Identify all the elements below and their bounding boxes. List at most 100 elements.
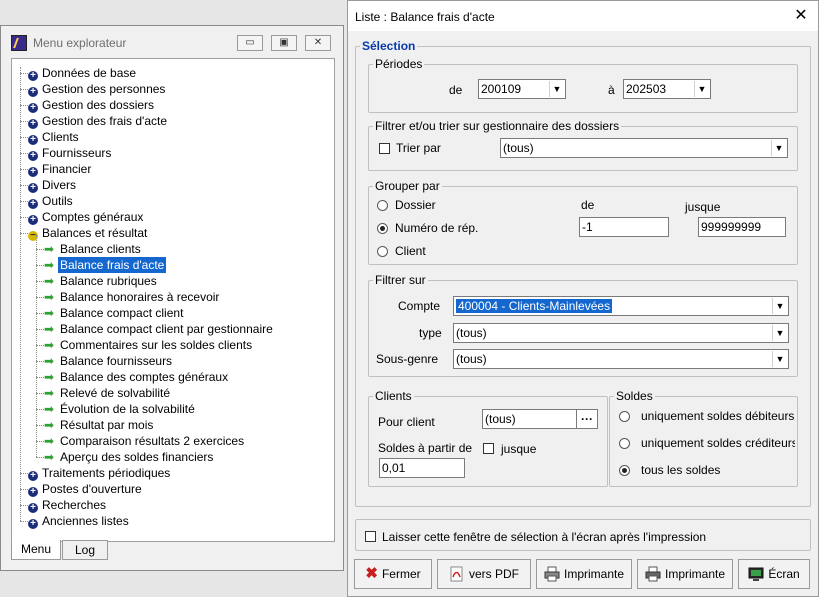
expand-plus-icon: + [28, 183, 38, 193]
imprimante-button-1[interactable]: Imprimante [536, 559, 632, 589]
tree-item[interactable]: ➡ Balance rubriques [44, 273, 159, 289]
grouper-jusque-input[interactable]: 999999999 [698, 217, 786, 237]
tree-item[interactable]: ➡ Balance compact client par gestionnaire [44, 321, 275, 337]
tree-item[interactable]: ➡ Résultat par mois [44, 417, 155, 433]
tree-connector [36, 377, 44, 378]
tree-item-label: Aperçu des soldes financiers [60, 450, 214, 464]
tab-menu[interactable]: Menu [11, 540, 61, 560]
expand-plus-icon: + [28, 167, 38, 177]
tree-item[interactable]: + Données de base [28, 65, 138, 81]
close-icon[interactable]: ✕ [791, 6, 811, 26]
tree-item[interactable]: + Outils [28, 193, 75, 209]
tree-item[interactable]: + Traitements périodiques [28, 465, 172, 481]
pdf-label: vers PDF [468, 567, 519, 581]
compte-select[interactable]: 400004 - Clients-Mainlevées ▼ [453, 296, 789, 316]
fermer-button[interactable]: ✖ Fermer [354, 559, 432, 589]
green-arrow-icon: ➡ [44, 258, 55, 272]
tree-connector [36, 297, 44, 298]
tree-connector [20, 73, 28, 74]
clients-legend: Clients [375, 389, 412, 403]
tree-item-label: Données de base [42, 66, 137, 80]
tree-item[interactable]: + Anciennes listes [28, 513, 131, 529]
gestionnaire-select[interactable]: (tous) ▼ [500, 138, 788, 158]
restore-button[interactable]: ▣ [271, 35, 297, 51]
tree-item-label: Balance honoraires à recevoir [60, 290, 220, 304]
imprimante-button-2[interactable]: Imprimante [637, 559, 733, 589]
tree-item-label: Balances et résultat [42, 226, 148, 240]
tree-item[interactable]: ➡ Balance fournisseurs [44, 353, 174, 369]
tree-item[interactable]: + Recherches [28, 497, 108, 513]
tree-item[interactable]: + Fournisseurs [28, 145, 113, 161]
tree-item[interactable]: − Balances et résultat [28, 225, 149, 241]
periode-a-value: 202503 [626, 82, 667, 96]
keep-open-label: Laisser cette fenêtre de sélection à l'é… [382, 530, 707, 544]
soldes-a-partir-input[interactable]: 0,01 [379, 458, 465, 478]
type-select[interactable]: (tous) ▼ [453, 323, 789, 343]
tree-item-label: Fournisseurs [42, 146, 112, 160]
tree-item-label: Balance frais d'acte [58, 257, 167, 273]
tree-connector [36, 329, 44, 330]
tree-item[interactable]: + Clients [28, 129, 81, 145]
tree-item-label: Évolution de la solvabilité [60, 402, 195, 416]
pour-client-label: Pour client [378, 415, 435, 429]
close-button[interactable]: ✕ [305, 35, 331, 51]
dialog-titlebar: Liste : Balance frais d'acte ✕ [348, 1, 818, 31]
grouper-de-input[interactable]: -1 [579, 217, 669, 237]
tree-item-label: Outils [42, 194, 73, 208]
tree-connector [20, 505, 28, 506]
tree-item[interactable]: ➡ Balance des comptes généraux [44, 369, 230, 385]
periode-a-select[interactable]: 202503 ▼ [623, 79, 711, 99]
tree-item[interactable]: + Financier [28, 161, 93, 177]
radio-soldes-crediteurs[interactable] [619, 438, 630, 449]
green-arrow-icon: ➡ [44, 338, 55, 352]
browse-client-button[interactable]: ··· [576, 409, 598, 429]
radio-numero-rep[interactable] [377, 223, 388, 234]
green-arrow-icon: ➡ [44, 322, 55, 336]
soldes-legend: Soldes [616, 389, 653, 403]
ecran-button[interactable]: Écran [738, 559, 810, 589]
minimize-button[interactable]: ▭ [237, 35, 263, 51]
tree-item[interactable]: + Gestion des frais d'acte [28, 113, 169, 129]
tab-log[interactable]: Log [62, 540, 108, 560]
jusque-checkbox[interactable] [483, 443, 494, 454]
pdf-button[interactable]: vers PDF [437, 559, 531, 589]
radio-dossier-label: Dossier [395, 198, 436, 212]
radio-tous-soldes-label: tous les soldes [641, 463, 721, 477]
expand-plus-icon: + [28, 119, 38, 129]
tree-item[interactable]: + Gestion des personnes [28, 81, 167, 97]
tree-connector [20, 217, 28, 218]
tree-item[interactable]: ➡ Balance clients [44, 241, 143, 257]
radio-dossier[interactable] [377, 200, 388, 211]
tree-item[interactable]: ➡ Balance frais d'acte [44, 257, 167, 273]
periode-de-label: de [449, 83, 463, 97]
tree-item-label: Balance compact client par gestionnaire [60, 322, 273, 336]
tree-item[interactable]: ➡ Évolution de la solvabilité [44, 401, 197, 417]
grouper-legend: Grouper par [375, 179, 440, 193]
monitor-icon [748, 564, 764, 581]
tree-item[interactable]: ➡ Commentaires sur les soldes clients [44, 337, 254, 353]
tree-connector [36, 457, 44, 458]
tree-item[interactable]: ➡ Relevé de solvabilité [44, 385, 172, 401]
compte-value: 400004 - Clients-Mainlevées [456, 299, 613, 313]
chevron-down-icon: ▼ [772, 298, 787, 314]
tree-item[interactable]: + Divers [28, 177, 78, 193]
tree-item[interactable]: ➡ Balance compact client [44, 305, 185, 321]
sousgenre-select[interactable]: (tous) ▼ [453, 349, 789, 369]
radio-tous-soldes[interactable] [619, 465, 630, 476]
tree-item[interactable]: + Postes d'ouverture [28, 481, 144, 497]
pour-client-input[interactable]: (tous) [482, 409, 578, 429]
periode-de-select[interactable]: 200109 ▼ [478, 79, 566, 99]
keep-open-checkbox[interactable] [365, 531, 376, 542]
tree-item[interactable]: ➡ Comparaison résultats 2 exercices [44, 433, 246, 449]
tree-item[interactable]: ➡ Aperçu des soldes financiers [44, 449, 215, 465]
expand-plus-icon: + [28, 519, 38, 529]
chevron-down-icon: ▼ [771, 140, 786, 156]
tree-item[interactable]: ➡ Balance honoraires à recevoir [44, 289, 221, 305]
tree-item[interactable]: + Gestion des dossiers [28, 97, 156, 113]
trier-par-checkbox[interactable] [379, 143, 390, 154]
tree-item-label: Gestion des personnes [42, 82, 166, 96]
tree-item[interactable]: + Comptes généraux [28, 209, 145, 225]
radio-client[interactable] [377, 246, 388, 257]
radio-soldes-debiteurs[interactable] [619, 411, 630, 422]
expand-plus-icon: + [28, 135, 38, 145]
